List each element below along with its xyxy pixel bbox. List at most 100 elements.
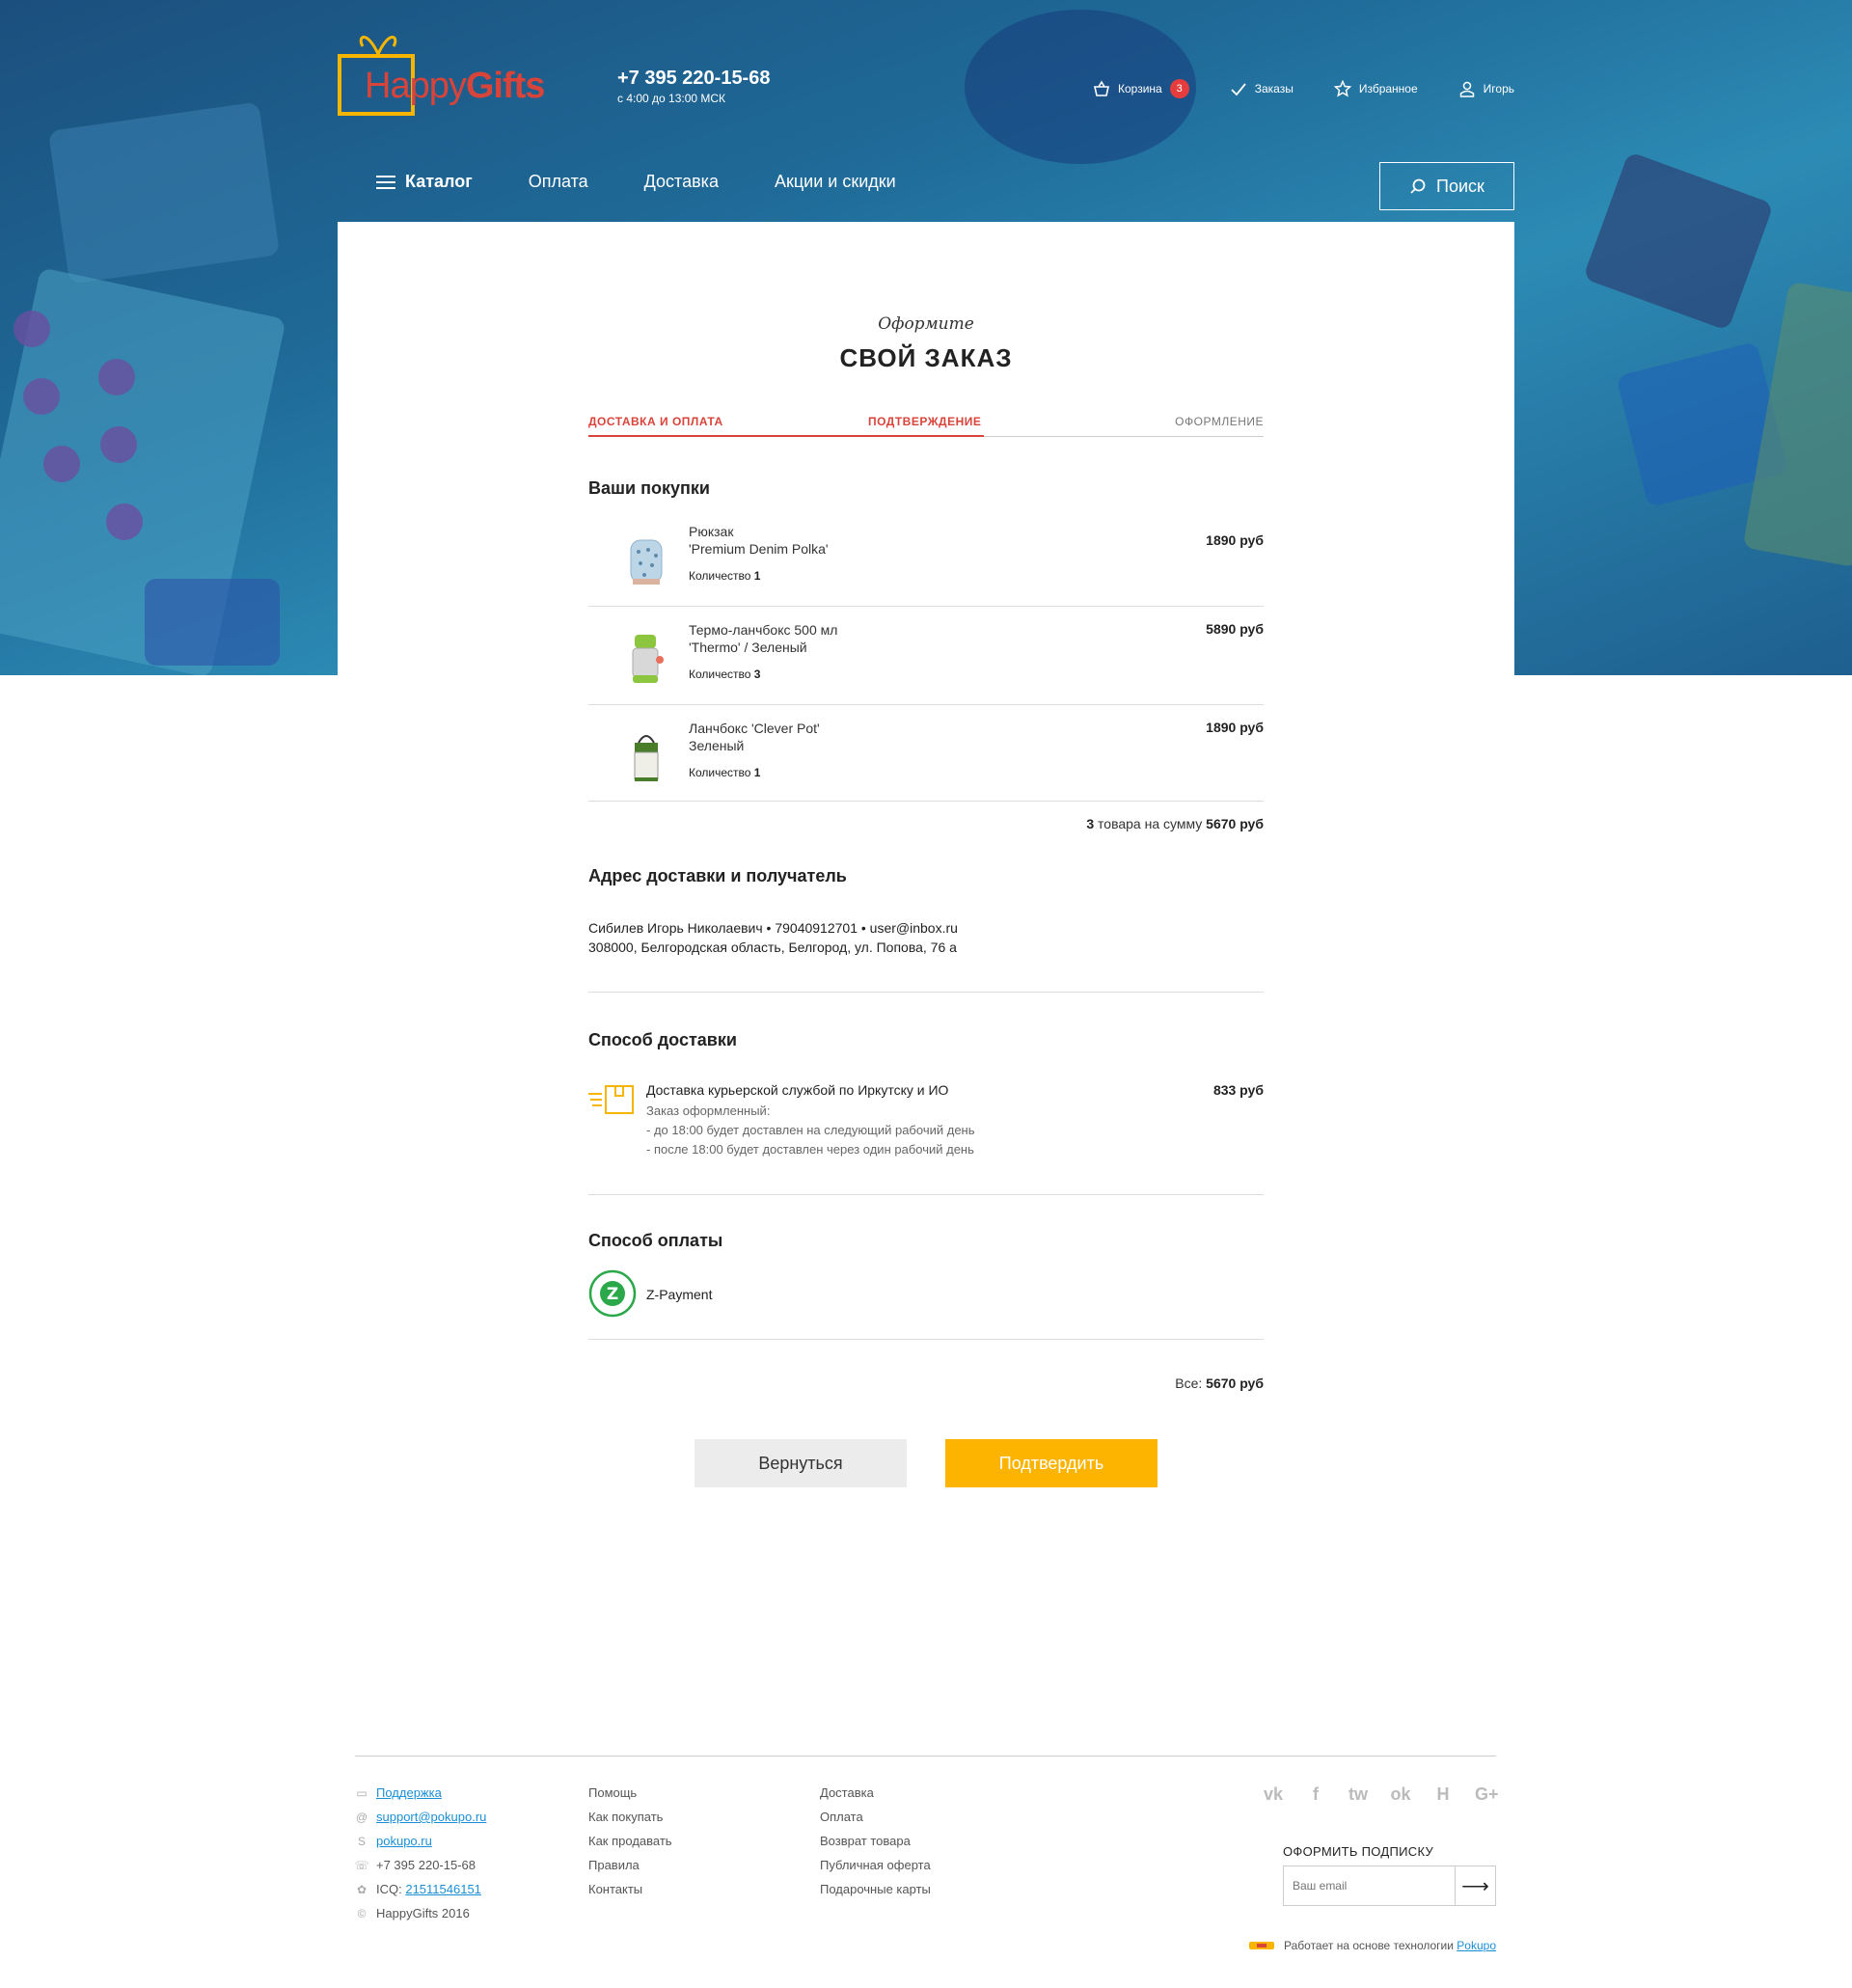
delivery-name: Доставка курьерской службой по Иркутску … [646, 1082, 949, 1098]
ribbon-decor [145, 579, 280, 666]
product-qty: Количество 1 [689, 569, 761, 583]
powered-by: Работает на основе технологии Pokupo [1247, 1939, 1496, 1952]
product-name[interactable]: Рюкзак 'Premium Denim Polka' [689, 523, 829, 558]
product-qty: Количество 1 [689, 766, 761, 779]
skype-link[interactable]: pokupo.ru [376, 1834, 432, 1848]
progress-fill [588, 435, 984, 437]
product-qty: Количество 3 [689, 667, 761, 681]
orders-label: Заказы [1254, 82, 1294, 95]
confirm-button[interactable]: Подтвердить [945, 1439, 1158, 1487]
step-confirmation[interactable]: ПОДТВЕРЖДЕНИЕ [868, 415, 981, 428]
footer-link[interactable]: Контакты [588, 1877, 672, 1901]
search-button[interactable]: Поиск [1379, 162, 1514, 210]
email-link[interactable]: support@pokupo.ru [376, 1810, 486, 1824]
polka-dot [100, 426, 137, 463]
footer-link[interactable]: Правила [588, 1853, 672, 1877]
vk-icon[interactable]: vk [1263, 1784, 1284, 1805]
gift-box-decor [1582, 150, 1775, 332]
delivery-note: Заказ оформленный: - до 18:00 будет дост… [646, 1103, 975, 1157]
step-finalize: ОФОРМЛЕНИЕ [1175, 415, 1264, 428]
nav-delivery[interactable]: Доставка [644, 172, 719, 192]
hamburger-icon [376, 175, 395, 189]
odnoklassniki-icon[interactable]: ok [1390, 1784, 1411, 1805]
checkout-steps: ДОСТАВКА И ОПЛАТА ПОДТВЕРЖДЕНИЕ ОФОРМЛЕН… [588, 415, 1264, 438]
footer-link[interactable]: Публичная оферта [820, 1853, 931, 1877]
product-price: 1890 руб [1206, 532, 1264, 548]
polka-dot [23, 378, 60, 415]
divider [588, 1194, 1264, 1195]
nav-payment[interactable]: Оплата [529, 172, 588, 192]
footer-link[interactable]: Как продавать [588, 1829, 672, 1853]
user-nav: Корзина 3 Заказы Избранное Игорь [1093, 79, 1514, 98]
social-links: vk f tw ok H G+ [1263, 1784, 1499, 1805]
user-profile-link[interactable]: Игорь [1458, 80, 1514, 97]
subscribe-email-input[interactable] [1284, 1866, 1455, 1905]
orders-link[interactable]: Заказы [1230, 80, 1294, 97]
habr-icon[interactable]: H [1432, 1784, 1454, 1805]
twitter-icon[interactable]: tw [1348, 1784, 1369, 1805]
recipient-info: Сибилев Игорь Николаевич • 79040912701 •… [588, 920, 958, 936]
product-item: Ланчбокс 'Clever Pot' Зеленый Количество … [588, 708, 1264, 804]
divider [588, 1339, 1264, 1340]
footer-link[interactable]: Возврат товара [820, 1829, 931, 1853]
pokupo-logo-icon [1249, 1942, 1274, 1949]
footer-link[interactable]: Подарочные карты [820, 1877, 931, 1901]
copyright: HappyGifts 2016 [376, 1906, 470, 1920]
footer-link[interactable]: Помощь [588, 1781, 672, 1805]
gift-bow-icon [359, 36, 397, 55]
logo-wordmark: HappyGifts [365, 66, 545, 106]
cart-summary: 3 товара на сумму 5670 руб [1086, 816, 1264, 831]
icq-link[interactable]: 21511546151 [405, 1882, 481, 1896]
google-plus-icon[interactable]: G+ [1475, 1784, 1499, 1805]
back-button[interactable]: Вернуться [694, 1439, 907, 1487]
product-price: 5890 руб [1206, 621, 1264, 637]
footer-link[interactable]: Доставка [820, 1781, 931, 1805]
search-icon [1410, 178, 1426, 194]
nav-promos[interactable]: Акции и скидки [775, 172, 896, 192]
facebook-icon[interactable]: f [1305, 1784, 1326, 1805]
star-icon [1333, 80, 1351, 97]
favorites-link[interactable]: Избранное [1333, 80, 1418, 97]
polka-dot [106, 504, 143, 540]
checkmark-icon [1231, 83, 1246, 96]
catalog-menu[interactable]: Каталог [376, 172, 473, 192]
delivery-price: 833 руб [1212, 1082, 1264, 1098]
footer-link[interactable]: Как покупать [588, 1805, 672, 1829]
product-item: Рюкзак 'Premium Denim Polka' Количество 1… [588, 511, 1264, 608]
site-header: HappyGifts +7 395 220-15-68 с 4:00 до 13… [338, 0, 1514, 222]
polka-dot [98, 359, 135, 395]
footer-help-links: Помощь Как покупать Как продавать Правил… [588, 1781, 672, 1901]
svg-text:Z: Z [607, 1285, 618, 1304]
polka-dot [43, 446, 80, 482]
payment-method-heading: Способ оплаты [588, 1231, 723, 1250]
support-icon: ▭ [356, 1785, 368, 1800]
copyright-icon: © [357, 1906, 367, 1920]
gift-box-decor [47, 101, 281, 285]
user-label: Игорь [1483, 82, 1514, 95]
pokupo-link[interactable]: Pokupo [1457, 1939, 1496, 1952]
catalog-label: Каталог [405, 172, 473, 191]
divider [588, 992, 1264, 993]
thermo-lunchbox-image [632, 635, 664, 683]
happygifts-logo[interactable]: HappyGifts [338, 27, 550, 119]
polka-dot [14, 311, 50, 347]
support-link[interactable]: Поддержка [376, 1785, 442, 1800]
product-name[interactable]: Ланчбокс 'Clever Pot' Зеленый [689, 720, 820, 754]
product-name[interactable]: Термо-ланчбокс 500 мл 'Thermo' / Зеленый [689, 621, 837, 656]
favorites-label: Избранное [1358, 82, 1418, 95]
checkout-card: Оформите СВОЙ ЗАКАЗ ДОСТАВКА И ОПЛАТА ПО… [338, 222, 1514, 1630]
step-delivery-payment[interactable]: ДОСТАВКА И ОПЛАТА [588, 415, 723, 428]
backpack-image [630, 539, 663, 585]
divider [588, 606, 1264, 607]
icq-icon: ✿ [356, 1882, 368, 1896]
purchases-heading: Ваши покупки [588, 478, 710, 498]
address-line: 308000, Белгородская область, Белгород, … [588, 940, 957, 955]
subscribe-submit-arrow-icon[interactable]: ⟶ [1455, 1866, 1495, 1905]
phone-icon: ☏ [354, 1858, 369, 1872]
payment-name: Z-Payment [646, 1287, 713, 1302]
footer-link[interactable]: Оплата [820, 1805, 931, 1829]
cart-link[interactable]: Корзина 3 [1093, 79, 1189, 98]
subscribe-heading: ОФОРМИТЬ ПОДПИСКУ [1283, 1844, 1434, 1859]
phone-number[interactable]: +7 395 220-15-68 [617, 68, 770, 90]
cart-label: Корзина [1118, 82, 1162, 95]
